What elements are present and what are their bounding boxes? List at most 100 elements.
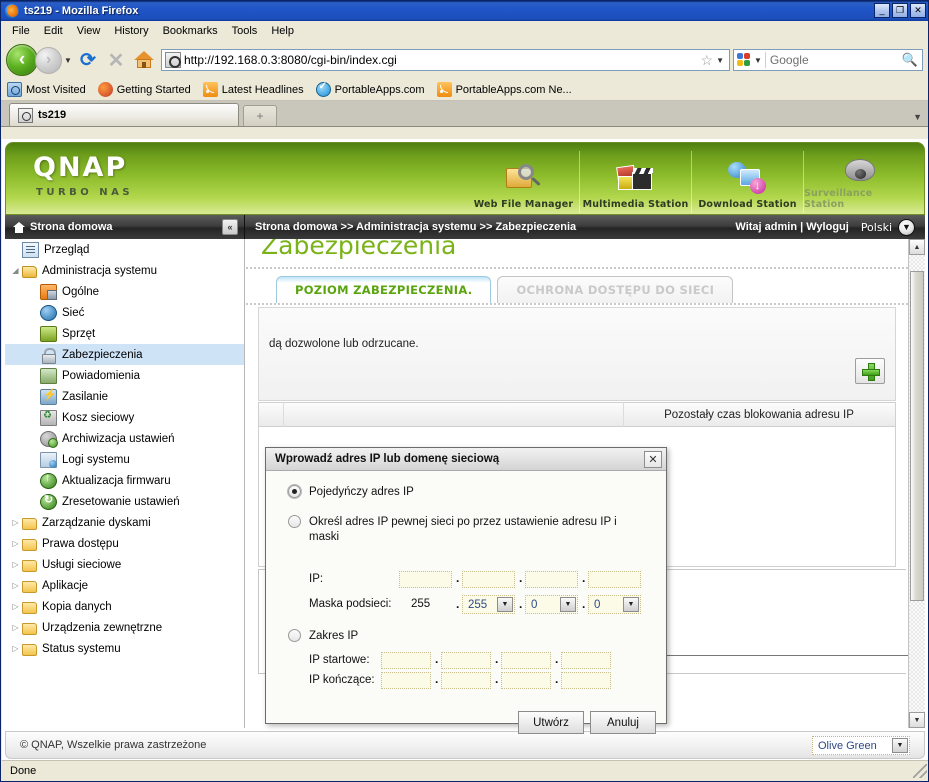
sidebar-item-2[interactable]: Ogólne [5, 281, 244, 302]
bookmark-portableapps[interactable]: PortableApps.com [315, 81, 425, 97]
menu-item-edit[interactable]: Edit [37, 23, 70, 39]
sidebar-item-1[interactable]: ◢ Administracja systemu [5, 260, 244, 281]
ip-octet-3-input[interactable] [525, 571, 578, 588]
tree-expander-icon[interactable]: ▷ [9, 560, 22, 569]
sidebar-item-7[interactable]: Zasilanie [5, 386, 244, 407]
chevron-down-icon[interactable]: ▼ [623, 597, 639, 612]
theme-select[interactable]: Olive Green ▼ [812, 736, 910, 755]
address-bar[interactable]: http://192.168.0.3:8080/cgi-bin/index.cg… [161, 49, 730, 71]
urlbar-dropdown-icon[interactable]: ▼ [716, 56, 727, 65]
start-ip-octet-4-input[interactable] [561, 652, 611, 669]
mask-octet-4-select[interactable]: 0 ▼ [588, 595, 641, 614]
radio-single-ip-row[interactable]: Pojedyńczy adres IP [288, 485, 618, 500]
search-icon[interactable]: 🔍 [902, 52, 920, 68]
start-ip-octet-1-input[interactable] [381, 652, 431, 669]
back-button[interactable]: ‹ [6, 44, 38, 76]
sidebar-item-14[interactable]: ▷ Prawa dostępu [5, 533, 244, 554]
tree-expander-icon[interactable]: ▷ [9, 518, 22, 527]
bookmark-getting-started[interactable]: Getting Started [97, 82, 191, 97]
tab-poziom-zabezpieczenia[interactable]: POZIOM ZABEZPIECZENIA. [276, 276, 492, 303]
tab-ts219[interactable]: ts219 [9, 103, 239, 126]
sidebar-item-16[interactable]: ▷ Aplikacje [5, 575, 244, 596]
language-dropdown-icon[interactable]: ▼ [898, 218, 915, 236]
scrollbar-thumb[interactable] [910, 271, 924, 601]
welcome-logout[interactable]: Witaj admin | Wyloguj [735, 221, 860, 233]
sidebar-item-0[interactable]: Przegląd [5, 239, 244, 260]
ip-octet-2-input[interactable] [462, 571, 515, 588]
menu-item-bookmarks[interactable]: Bookmarks [156, 23, 225, 39]
radio-network-row[interactable]: Określ adres IP pewnej sieci po przez us… [288, 515, 643, 545]
chevron-down-icon[interactable]: ▼ [497, 597, 513, 612]
end-ip-octet-3-input[interactable] [501, 672, 551, 689]
menu-item-history[interactable]: History [107, 23, 155, 39]
sidebar-item-4[interactable]: Sprzęt [5, 323, 244, 344]
sidebar-item-12[interactable]: Zresetowanie ustawień [5, 491, 244, 512]
mask-octet-3-select[interactable]: 0 ▼ [525, 595, 578, 614]
collapse-sidebar-button[interactable]: « [222, 219, 238, 235]
search-bar[interactable]: ▼ Google 🔍 [733, 49, 923, 71]
app-surveillance-station[interactable]: Surveillance Station [804, 151, 916, 213]
ip-octet-1-input[interactable] [399, 571, 452, 588]
app-download-station[interactable]: ↓ Download Station [692, 151, 804, 213]
add-ip-button[interactable] [855, 358, 885, 384]
start-ip-octet-3-input[interactable] [501, 652, 551, 669]
menu-item-file[interactable]: File [5, 23, 37, 39]
menu-item-tools[interactable]: Tools [225, 23, 265, 39]
content-scrollbar[interactable]: ▲ ▼ [908, 239, 925, 728]
chevron-down-icon[interactable]: ▼ [560, 597, 576, 612]
end-ip-octet-4-input[interactable] [561, 672, 611, 689]
tree-expander-icon[interactable]: ▷ [9, 539, 22, 548]
scroll-down-button[interactable]: ▼ [909, 712, 925, 728]
bookmark-most-visited[interactable]: Most Visited [7, 82, 86, 97]
reload-button[interactable]: ⟳ [75, 47, 101, 73]
app-multimedia-station[interactable]: Multimedia Station [580, 151, 692, 213]
sidebar-item-15[interactable]: ▷ Usługi sieciowe [5, 554, 244, 575]
sidebar-home-button[interactable]: Strona domowa « [5, 215, 245, 239]
start-ip-octet-2-input[interactable] [441, 652, 491, 669]
bookmark-latest-headlines[interactable]: Latest Headlines [202, 82, 304, 97]
scroll-up-button[interactable]: ▲ [909, 239, 925, 255]
radio-ip-range-row[interactable]: Zakres IP [288, 629, 618, 644]
forward-button[interactable]: › [35, 46, 62, 74]
sidebar-item-13[interactable]: ▷ Zarządzanie dyskami [5, 512, 244, 533]
tree-expander-icon[interactable]: ▷ [9, 602, 22, 611]
sidebar-item-9[interactable]: Archiwizacja ustawień [5, 428, 244, 449]
dialog-close-button[interactable]: ✕ [644, 450, 662, 468]
sidebar-item-17[interactable]: ▷ Kopia danych [5, 596, 244, 617]
sidebar-item-6[interactable]: Powiadomienia [5, 365, 244, 386]
maximize-button[interactable]: ❐ [892, 3, 908, 18]
cancel-button[interactable]: Anuluj [590, 711, 656, 734]
home-button[interactable] [131, 47, 157, 73]
new-tab-button[interactable]: + [243, 105, 277, 126]
tree-expander-icon[interactable]: ◢ [9, 266, 22, 275]
radio-ip-range[interactable] [288, 629, 301, 642]
resize-grip[interactable] [913, 764, 927, 778]
sidebar-item-10[interactable]: Logi systemu [5, 449, 244, 470]
ip-octet-4-input[interactable] [588, 571, 641, 588]
tab-ochrona-dostepu-do-sieci[interactable]: OCHRONA DOSTĘPU DO SIECI [497, 276, 734, 303]
search-engine-dropdown-icon[interactable]: ▼ [754, 56, 762, 65]
bookmark-star-icon[interactable]: ☆ [698, 52, 717, 69]
sidebar-item-18[interactable]: ▷ Urządzenia zewnętrzne [5, 617, 244, 638]
tab-list-dropdown-icon[interactable]: ▼ [913, 112, 922, 122]
history-dropdown-icon[interactable]: ▼ [62, 56, 74, 65]
sidebar-item-3[interactable]: Sieć [5, 302, 244, 323]
stop-button[interactable]: ✕ [103, 47, 129, 73]
sidebar-item-5[interactable]: Zabezpieczenia [5, 344, 244, 365]
sidebar-item-19[interactable]: ▷ Status systemu [5, 638, 244, 659]
create-button[interactable]: Utwórz [518, 711, 584, 734]
menu-item-view[interactable]: View [70, 23, 108, 39]
menu-item-help[interactable]: Help [264, 23, 301, 39]
sidebar-item-11[interactable]: Aktualizacja firmwaru [5, 470, 244, 491]
radio-single-ip[interactable] [288, 485, 301, 498]
tree-expander-icon[interactable]: ▷ [9, 623, 22, 632]
search-input[interactable]: Google [770, 53, 902, 67]
mask-octet-2-select[interactable]: 255 ▼ [462, 595, 515, 614]
sidebar-item-8[interactable]: Kosz sieciowy [5, 407, 244, 428]
close-button[interactable]: ✕ [910, 3, 926, 18]
chevron-down-icon[interactable]: ▼ [892, 738, 908, 753]
tree-expander-icon[interactable]: ▷ [9, 644, 22, 653]
app-web-file-manager[interactable]: Web File Manager [468, 151, 580, 213]
radio-network[interactable] [288, 515, 301, 528]
tree-expander-icon[interactable]: ▷ [9, 581, 22, 590]
